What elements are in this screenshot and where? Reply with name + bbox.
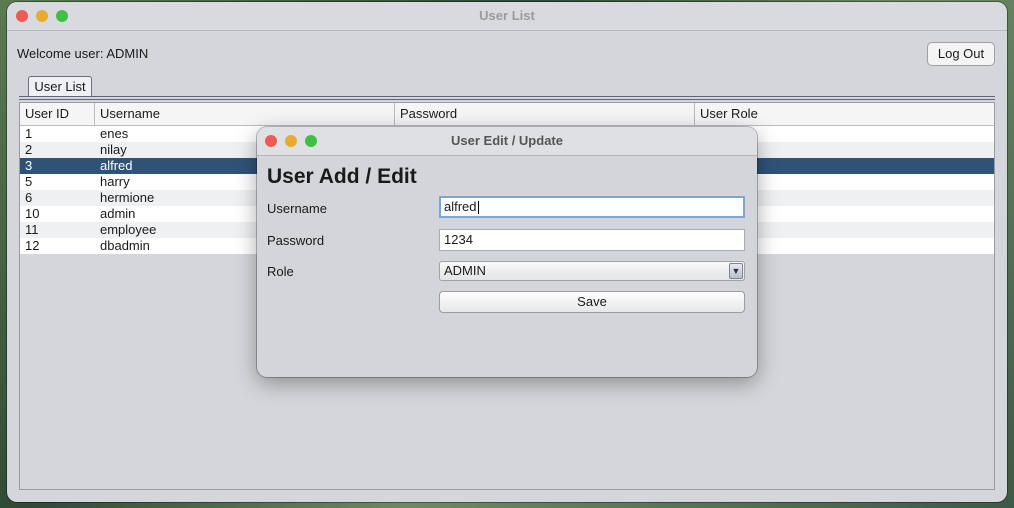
dialog-title-bar[interactable]: User Edit / Update xyxy=(257,127,757,156)
cell-username: admin xyxy=(100,206,136,221)
save-button[interactable]: Save xyxy=(439,291,745,313)
chevron-down-icon[interactable]: ▼ xyxy=(729,263,743,279)
cell-user-id: 12 xyxy=(25,238,40,253)
welcome-label: Welcome user: ADMIN xyxy=(17,46,149,61)
cell-user-id: 2 xyxy=(25,142,33,157)
tab-divider xyxy=(19,99,995,100)
column-header-user-role[interactable]: User Role xyxy=(695,103,994,125)
password-label: Password xyxy=(267,233,325,248)
column-header-username[interactable]: Username xyxy=(95,103,395,125)
username-label: Username xyxy=(267,201,327,216)
cell-user-id: 10 xyxy=(25,206,40,221)
tab-divider xyxy=(19,96,995,97)
column-header-user-id[interactable]: User ID xyxy=(20,103,95,125)
role-select[interactable]: ADMIN ▼ xyxy=(439,261,745,281)
dialog-title: User Edit / Update xyxy=(451,133,563,148)
text-caret xyxy=(477,201,479,215)
cell-username: hermione xyxy=(100,190,155,205)
cell-user-id: 3 xyxy=(25,158,33,173)
cell-username: dbadmin xyxy=(100,238,150,253)
cell-username: alfred xyxy=(100,158,133,173)
cell-user-id: 5 xyxy=(25,174,33,189)
username-field[interactable]: alfred xyxy=(439,196,745,218)
cell-user-id: 1 xyxy=(25,126,33,141)
title-bar[interactable]: User List xyxy=(7,2,1007,31)
dialog-heading: User Add / Edit xyxy=(267,165,417,188)
cell-username: nilay xyxy=(100,142,127,157)
role-label: Role xyxy=(267,264,294,279)
password-value: 1234 xyxy=(444,232,473,247)
password-field[interactable]: 1234 xyxy=(439,229,745,251)
window-title: User List xyxy=(479,8,535,23)
user-edit-dialog: User Edit / Update User Add / Edit Usern… xyxy=(257,127,757,377)
column-header-password[interactable]: Password xyxy=(395,103,695,125)
logout-button[interactable]: Log Out xyxy=(927,42,995,66)
cell-username: employee xyxy=(100,222,157,237)
cell-username: enes xyxy=(100,126,129,141)
username-value: alfred xyxy=(444,199,477,214)
role-value: ADMIN xyxy=(444,263,486,278)
table-header: User ID Username Password User Role xyxy=(20,103,994,126)
cell-user-id: 11 xyxy=(25,222,39,237)
tab-user-list[interactable]: User List xyxy=(28,76,92,97)
cell-username: harry xyxy=(100,174,130,189)
cell-user-id: 6 xyxy=(25,190,33,205)
